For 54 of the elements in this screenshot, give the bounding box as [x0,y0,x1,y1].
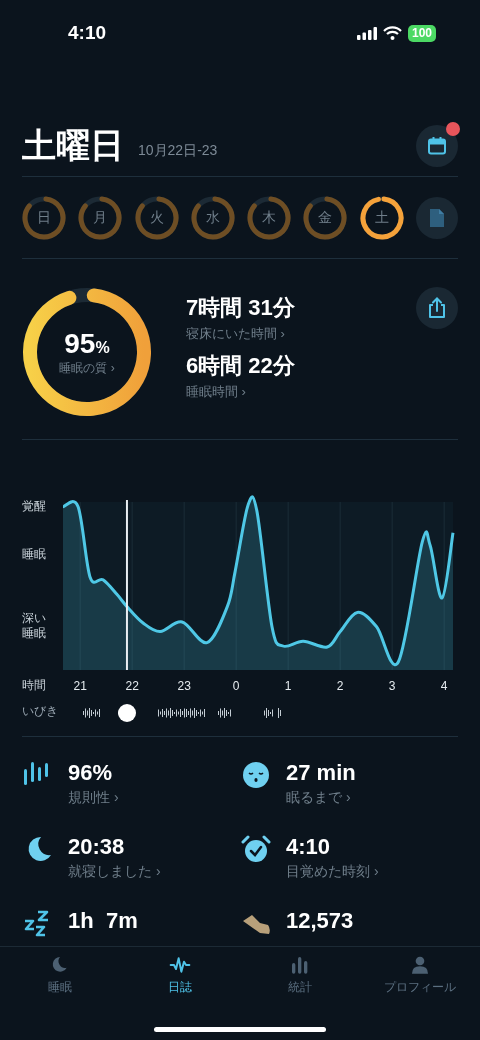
stat-value: 27 min [286,759,356,787]
day-ring[interactable]: 水 [190,195,235,240]
day-ring[interactable]: 月 [78,195,123,240]
time-tick: 1 [284,679,292,692]
time-tick: 23 [177,679,191,692]
document-icon [428,207,445,228]
duration-link[interactable]: 寝床にいた時間 › [186,325,416,343]
day-title: 土曜日 [22,125,124,166]
time-tick: 21 [73,679,87,692]
status-time: 4:10 [68,22,107,44]
stat-value: 12,573 [286,907,354,935]
stat-value: 96% [68,759,114,787]
share-icon [427,297,447,319]
day-ring[interactable]: 日 [22,195,66,240]
axis-label: 時間 [22,677,46,694]
time-tick: 22 [125,679,139,692]
tab[interactable]: プロフィール [360,947,480,997]
time-tick: 0 [232,679,240,692]
calendar-icon [427,136,447,156]
stat-value: 4:10 [286,833,332,861]
battery-level: 100 [407,24,436,42]
axis-label: いびき [22,703,58,720]
tab[interactable]: 睡眠 [0,947,120,997]
alarm-clock-icon [240,833,272,865]
stat-link[interactable]: 規則性 › [68,789,119,807]
tab[interactable]: 日誌 [120,947,240,997]
duration-value: 7時間 31分 [186,294,296,322]
sleeping-face-icon [240,759,272,791]
signal-icon [356,26,377,40]
stat-link[interactable]: 目覚めた時刻 › [286,863,379,881]
axis-label: 深い睡眠 [22,610,47,642]
stat-link[interactable]: 就寝しました › [68,863,161,881]
stat-value: 20:38 [68,833,126,861]
time-tick: 4 [440,679,448,692]
day-ring[interactable]: 土 [359,195,404,240]
axis-label: 睡眠 [22,546,47,563]
wifi-icon [382,26,402,40]
share-button[interactable] [416,287,458,329]
date-range: 10月22日-23 [138,142,218,160]
stat-value: 1h 7m [68,907,138,935]
calendar-button[interactable] [416,125,458,167]
duration-value: 6時間 22分 [186,352,296,380]
tab[interactable]: 統計 [240,947,360,997]
day-ring[interactable]: 金 [303,195,348,240]
time-tick: 3 [388,679,396,692]
scrubber-handle[interactable] [117,704,136,722]
day-ring[interactable]: 火 [134,195,179,240]
quality-score: 95% [64,327,110,360]
time-tick: 2 [336,679,344,692]
duration-link[interactable]: 睡眠時間 › [186,383,416,401]
day-ring[interactable]: 木 [247,195,292,240]
stat-link[interactable]: 眠るまで › [286,789,356,807]
axis-label: 覚醒 [22,498,47,515]
quality-link[interactable]: 睡眠の質 › [59,359,115,377]
